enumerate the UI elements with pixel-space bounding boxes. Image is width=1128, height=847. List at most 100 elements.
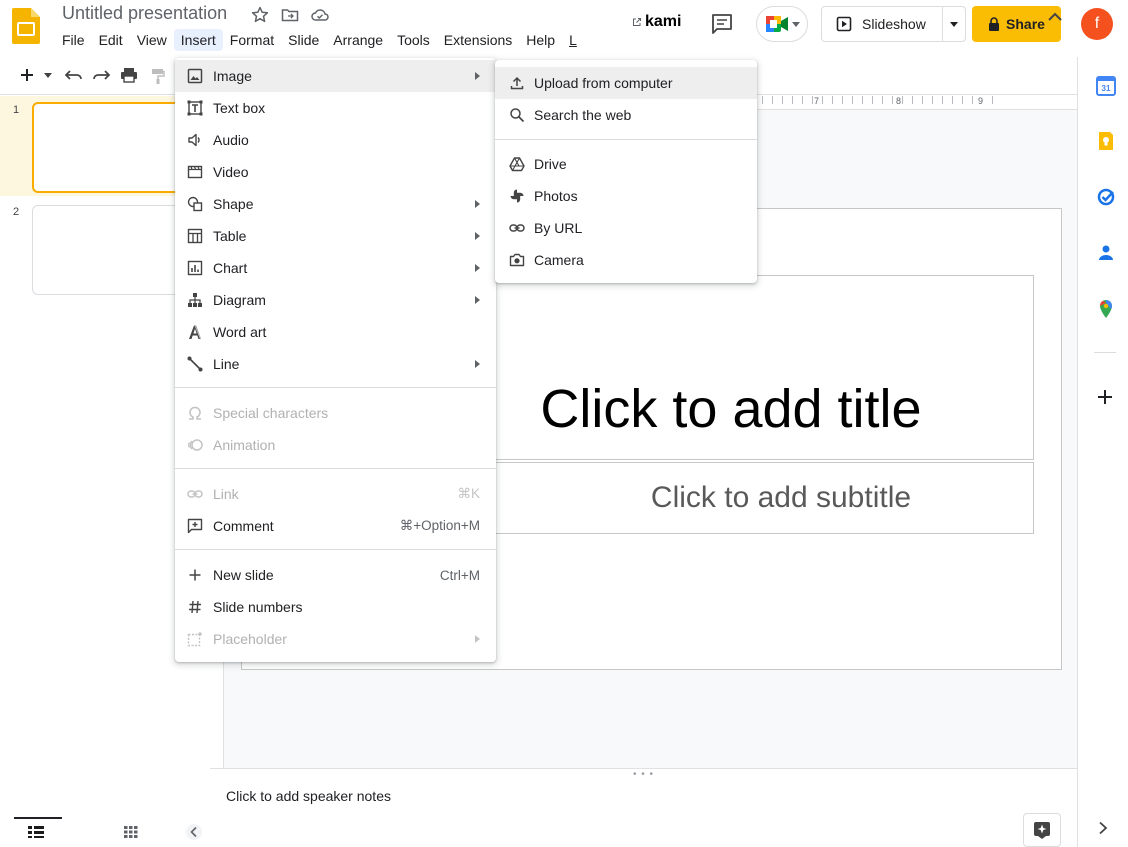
link-icon [509, 220, 525, 236]
search-the-web-item[interactable]: Search the web [495, 99, 757, 131]
menu-separator [175, 387, 496, 388]
slide-subtitle: Click to add subtitle [650, 481, 912, 514]
omega-icon [187, 405, 203, 421]
slideshow-label: Slideshow [862, 16, 926, 32]
menu-slide[interactable]: Slide [281, 29, 326, 51]
insert-image-item[interactable]: Image [175, 60, 496, 92]
print-icon[interactable] [120, 67, 138, 83]
calendar-icon[interactable]: 31 [1096, 76, 1116, 96]
insert-word-art-item[interactable]: Word art [175, 316, 496, 348]
kami-extension[interactable]: kami [632, 13, 681, 31]
video-icon [187, 164, 203, 180]
meet-icon [765, 14, 789, 34]
document-title[interactable]: Untitled presentation [62, 3, 227, 24]
undo-icon[interactable] [65, 68, 83, 82]
insert-slide-numbers-item[interactable]: Slide numbers [175, 591, 496, 623]
menu-last-edit[interactable]: L [562, 29, 584, 51]
insert-placeholder-item[interactable]: Placeholder [175, 623, 496, 655]
shortcut: ⌘K [457, 486, 480, 501]
insert-table-item[interactable]: Table [175, 220, 496, 252]
drive-icon [509, 156, 525, 172]
menu-separator [495, 139, 757, 140]
filmstrip-view-icon[interactable] [28, 826, 44, 838]
insert-video-item[interactable]: Video [175, 156, 496, 188]
submenu-arrow-icon [475, 72, 480, 80]
share-label: Share [1006, 16, 1045, 32]
get-addons-plus-icon[interactable] [1096, 388, 1114, 406]
tasks-icon[interactable] [1096, 187, 1116, 207]
menu-insert[interactable]: Insert [173, 29, 223, 51]
meet-button[interactable] [756, 6, 808, 42]
camera-item[interactable]: Camera [495, 244, 757, 276]
maps-icon[interactable] [1096, 299, 1116, 319]
drive-item[interactable]: Drive [495, 148, 757, 180]
menu-tools[interactable]: Tools [390, 29, 437, 51]
insert-animation-item[interactable]: Animation [175, 429, 496, 461]
menu-edit[interactable]: Edit [92, 29, 130, 51]
insert-comment-item[interactable]: Comment ⌘+Option+M [175, 510, 496, 542]
keep-icon[interactable] [1096, 131, 1116, 151]
image-icon [187, 68, 203, 84]
ruler-number: 7 [813, 96, 821, 106]
new-slide-plus-icon[interactable] [20, 68, 34, 82]
upload-icon [509, 75, 525, 91]
insert-chart-item[interactable]: Chart [175, 252, 496, 284]
contacts-icon[interactable] [1096, 243, 1116, 263]
submenu-arrow-icon [475, 232, 480, 240]
line-icon [187, 356, 203, 372]
paint-format-icon[interactable] [151, 68, 165, 84]
chevron-down-icon [791, 21, 800, 27]
submenu-arrow-icon [475, 635, 480, 643]
insert-audio-item[interactable]: Audio [175, 124, 496, 156]
collapse-menus-icon[interactable] [1048, 12, 1062, 21]
move-folder-icon[interactable] [280, 5, 300, 25]
menu-help[interactable]: Help [519, 29, 562, 51]
by-url-item[interactable]: By URL [495, 212, 757, 244]
chevron-down-icon [950, 21, 959, 27]
comment-icon [187, 518, 203, 534]
insert-menu: Image Text box Audio Video Shape Table C… [175, 58, 496, 662]
redo-icon[interactable] [92, 68, 110, 82]
comment-history-icon[interactable] [710, 12, 734, 36]
insert-line-item[interactable]: Line [175, 348, 496, 380]
speaker-notes-placeholder[interactable]: Click to add speaker notes [226, 788, 391, 804]
shape-icon [187, 196, 203, 212]
chart-icon [187, 260, 203, 276]
insert-diagram-item[interactable]: Diagram [175, 284, 496, 316]
insert-special-characters-item[interactable]: Special characters [175, 397, 496, 429]
explore-button[interactable] [1023, 813, 1061, 847]
slide-number: 1 [13, 104, 20, 116]
star-icon[interactable] [250, 5, 270, 25]
chevron-down-icon[interactable] [44, 73, 52, 78]
menu-extensions[interactable]: Extensions [437, 29, 519, 51]
cloud-saved-icon[interactable] [310, 5, 330, 25]
menu-file[interactable]: File [55, 29, 92, 51]
insert-text-box-item[interactable]: Text box [175, 92, 496, 124]
show-side-panel-icon[interactable] [1098, 821, 1108, 835]
svg-text:31: 31 [1102, 84, 1111, 93]
menu-separator [175, 549, 496, 550]
menu-arrange[interactable]: Arrange [326, 29, 390, 51]
notes-resize-handle[interactable]: • • • [633, 769, 654, 780]
collapse-filmstrip-icon[interactable] [186, 824, 202, 840]
insert-link-item[interactable]: Link ⌘K [175, 478, 496, 510]
submenu-arrow-icon [475, 360, 480, 368]
slides-logo-icon[interactable] [12, 8, 40, 44]
insert-new-slide-item[interactable]: New slide Ctrl+M [175, 559, 496, 591]
insert-shape-item[interactable]: Shape [175, 188, 496, 220]
submenu-arrow-icon [475, 296, 480, 304]
menu-format[interactable]: Format [223, 29, 281, 51]
upload-from-computer-item[interactable]: Upload from computer [495, 67, 757, 99]
slide-thumbnail-1[interactable] [32, 102, 187, 193]
menu-view[interactable]: View [130, 29, 174, 51]
shortcut: ⌘+Option+M [399, 518, 480, 533]
side-panel [1077, 57, 1128, 847]
grid-view-icon[interactable] [124, 826, 138, 838]
photos-item[interactable]: Photos [495, 180, 757, 212]
table-icon [187, 228, 203, 244]
menu-bar: File Edit View Insert Format Slide Arran… [55, 29, 584, 51]
slide-thumbnail-2[interactable] [32, 205, 187, 295]
slideshow-options-button[interactable] [943, 7, 965, 41]
slideshow-button[interactable]: Slideshow [822, 7, 944, 41]
account-avatar[interactable]: f [1081, 8, 1113, 40]
